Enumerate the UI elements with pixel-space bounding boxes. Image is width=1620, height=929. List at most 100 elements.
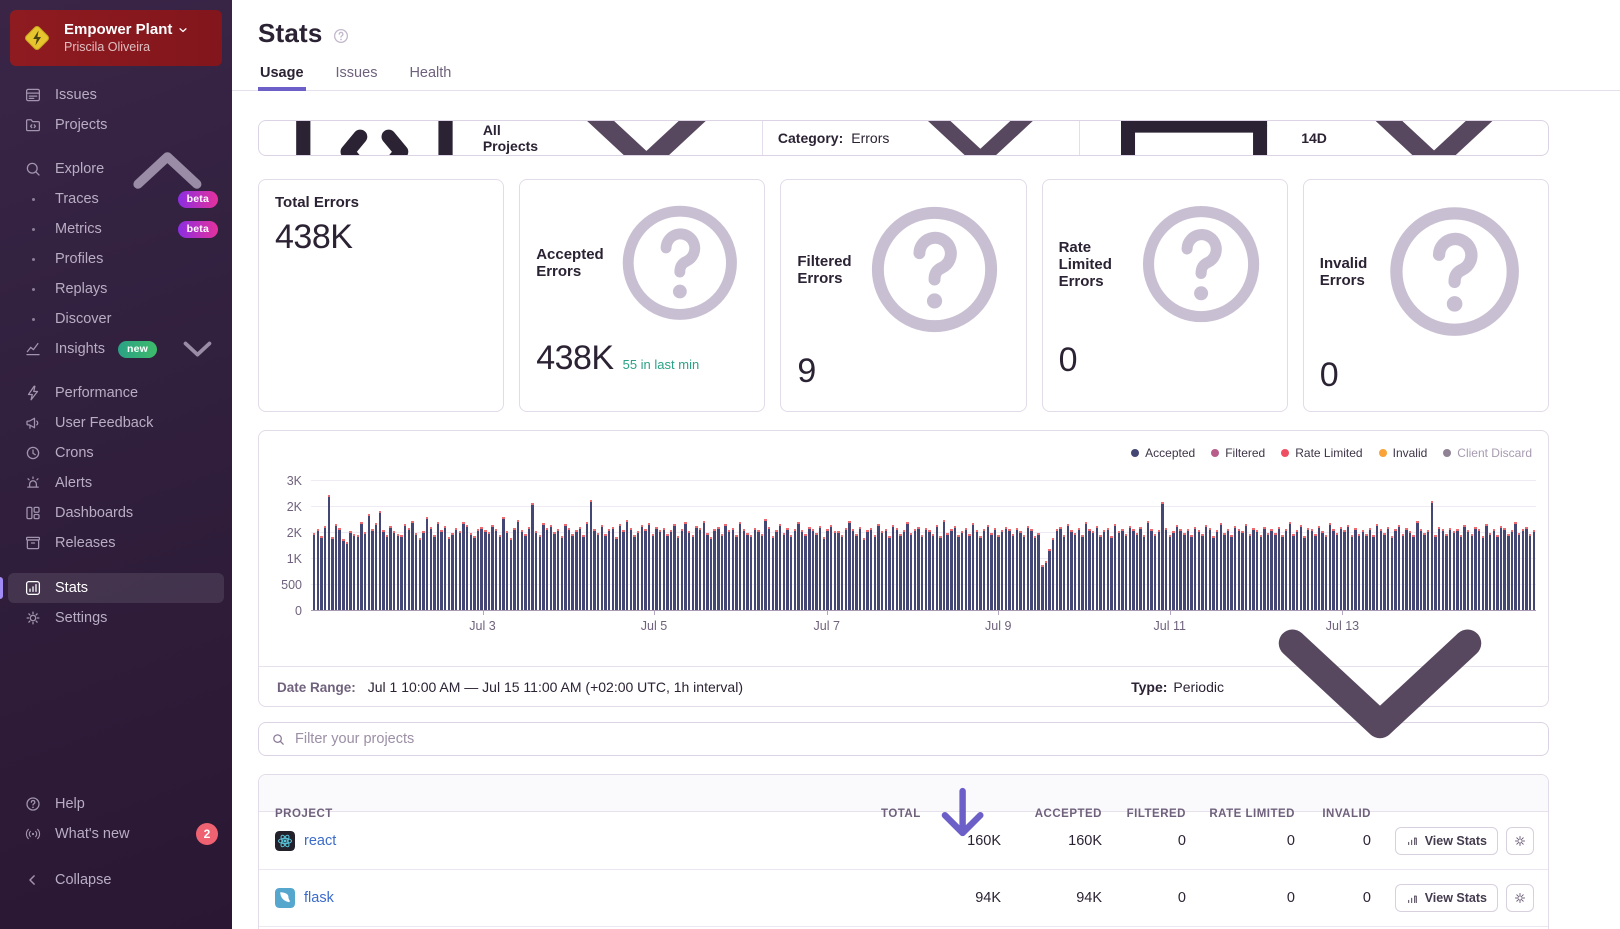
chart-bar xyxy=(575,530,577,610)
help-icon[interactable] xyxy=(859,194,1010,345)
legend-filtered[interactable]: Filtered xyxy=(1211,446,1265,460)
chart-bar xyxy=(637,531,639,610)
help-icon[interactable] xyxy=(611,194,749,332)
legend-rate-limited[interactable]: Rate Limited xyxy=(1281,446,1362,460)
sidebar-item-replays[interactable]: Replays xyxy=(0,274,232,304)
x-axis-label: Jul 9 xyxy=(985,619,1011,633)
chart-bar xyxy=(1016,528,1018,610)
chart-bar xyxy=(826,529,828,610)
y-axis-label: 1K xyxy=(262,552,302,566)
dashboard-grid-icon xyxy=(24,504,42,522)
chart-bar xyxy=(539,535,541,610)
chart-bar xyxy=(761,534,763,610)
chart-bar xyxy=(739,522,741,610)
chart-bar xyxy=(797,522,799,610)
chart-bar xyxy=(881,531,883,610)
sidebar-item-metrics[interactable]: Metrics beta xyxy=(0,214,232,244)
rate-limited-errors-value: 0 xyxy=(1059,341,1077,380)
view-stats-button[interactable]: View Stats xyxy=(1395,884,1498,912)
tab-issues[interactable]: Issues xyxy=(334,61,380,91)
sidebar-item-insights[interactable]: Insights new xyxy=(0,334,232,364)
chart-bar xyxy=(936,525,938,610)
project-link[interactable]: flask xyxy=(304,890,334,906)
sidebar-item-dashboards[interactable]: Dashboards xyxy=(0,498,232,528)
chart-bar xyxy=(728,530,730,610)
project-settings-button[interactable] xyxy=(1506,884,1534,912)
legend-accepted[interactable]: Accepted xyxy=(1131,446,1195,460)
chart-bar xyxy=(979,536,981,610)
legend-invalid[interactable]: Invalid xyxy=(1379,446,1428,460)
sidebar-item-profiles[interactable]: Profiles xyxy=(0,244,232,274)
chart-bar xyxy=(965,528,967,610)
chart-bar xyxy=(641,525,643,610)
project-filter-dropdown[interactable]: All Projects xyxy=(259,121,762,155)
chart-bar xyxy=(488,532,490,610)
sidebar-item-performance[interactable]: Performance xyxy=(0,378,232,408)
chart-bar xyxy=(779,524,781,610)
help-icon[interactable] xyxy=(1131,194,1271,334)
chart-bar xyxy=(491,525,493,610)
chart-bar xyxy=(459,531,461,610)
chart-bar xyxy=(1034,536,1036,610)
chart-bar xyxy=(652,534,654,610)
sidebar-item-alerts[interactable]: Alerts xyxy=(0,468,232,498)
chart-bar xyxy=(1012,534,1014,610)
chart-bar xyxy=(914,529,916,610)
sidebar-item-crons[interactable]: Crons xyxy=(0,438,232,468)
y-axis-label: 2K xyxy=(262,500,302,514)
chart-bar xyxy=(928,530,930,610)
bullet-icon xyxy=(24,228,42,231)
chart-bar xyxy=(1059,527,1061,610)
sidebar-item-issues[interactable]: Issues xyxy=(0,80,232,110)
chevron-down-icon xyxy=(1335,120,1533,156)
chart-bar xyxy=(480,527,482,610)
sidebar-item-explore[interactable]: Explore xyxy=(0,154,232,184)
chart-bar xyxy=(1088,529,1090,610)
chart-bar xyxy=(1045,561,1047,610)
chart-bar xyxy=(921,535,923,610)
chart-bar xyxy=(531,503,533,610)
sidebar-item-whats-new[interactable]: What's new 2 xyxy=(0,819,232,849)
page-help-icon[interactable] xyxy=(332,27,350,45)
broadcast-icon xyxy=(24,825,42,843)
bar-chart-icon xyxy=(1406,892,1419,905)
chart-bar xyxy=(622,530,624,610)
sidebar-item-releases[interactable]: Releases xyxy=(0,528,232,558)
usage-chart-card: Accepted Filtered Rate Limited Invalid C… xyxy=(258,430,1549,707)
sidebar: Empower Plant Priscila Oliveira Issues P… xyxy=(0,0,232,929)
col-project[interactable]: PROJECT xyxy=(259,808,881,820)
chart-bar xyxy=(990,533,992,610)
siren-icon xyxy=(24,474,42,492)
chart-bar xyxy=(943,520,945,610)
legend-dot xyxy=(1281,449,1289,457)
project-link[interactable]: react xyxy=(304,833,336,849)
chart-bar xyxy=(721,534,723,610)
category-filter-dropdown[interactable]: Category: Errors xyxy=(762,121,1079,155)
sidebar-collapse-button[interactable]: Collapse xyxy=(0,865,232,895)
chart-bar xyxy=(703,521,705,610)
chart-bar xyxy=(335,524,337,610)
date-period-dropdown[interactable]: 14D xyxy=(1079,121,1548,155)
chart-bar xyxy=(426,517,428,610)
chart-bar xyxy=(313,533,315,610)
col-accepted[interactable]: ACCEPTED xyxy=(1001,808,1102,820)
sidebar-item-traces[interactable]: Traces beta xyxy=(0,184,232,214)
chart-bar xyxy=(997,535,999,610)
y-axis-label: 0 xyxy=(262,604,302,618)
sidebar-item-stats[interactable]: Stats xyxy=(8,573,224,603)
tab-usage[interactable]: Usage xyxy=(258,61,306,91)
org-switcher[interactable]: Empower Plant Priscila Oliveira xyxy=(10,10,222,66)
archive-box-icon xyxy=(24,534,42,552)
sidebar-item-settings[interactable]: Settings xyxy=(0,603,232,633)
clock-icon xyxy=(24,444,42,462)
tab-health[interactable]: Health xyxy=(407,61,453,91)
beta-badge: beta xyxy=(178,191,218,208)
sidebar-item-user-feedback[interactable]: User Feedback xyxy=(0,408,232,438)
chart-bar xyxy=(444,526,446,610)
legend-client-discard[interactable]: Client Discard xyxy=(1443,446,1532,460)
accepted-last-min: 55 in last min xyxy=(623,357,700,372)
invalid-errors-value: 0 xyxy=(1320,356,1338,395)
help-icon[interactable] xyxy=(1377,194,1532,349)
sidebar-item-help[interactable]: Help xyxy=(0,789,232,819)
chart-type-dropdown[interactable]: Type: Periodic xyxy=(1131,537,1530,837)
